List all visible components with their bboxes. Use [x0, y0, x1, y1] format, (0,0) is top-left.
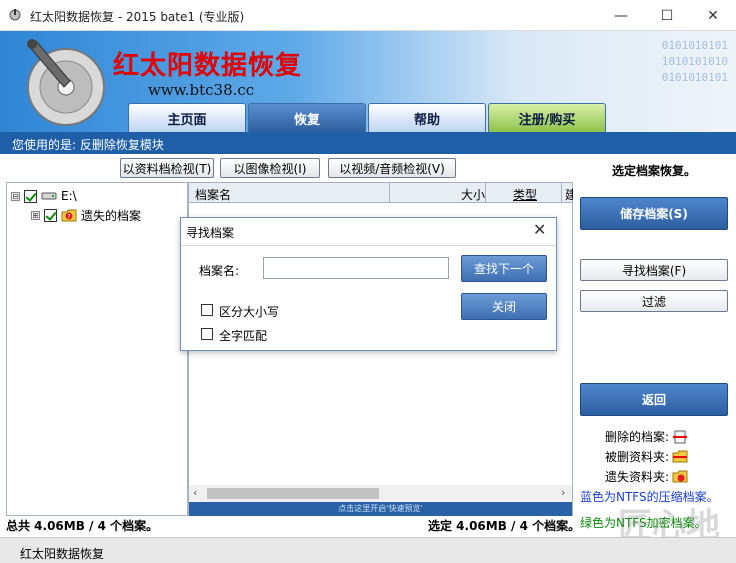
right-panel-heading: 选定档案恢复。: [611, 164, 696, 178]
match-case-label: 区分大小写: [219, 305, 280, 319]
binary-decoration: 0101010101: [661, 71, 728, 84]
lost-files-checkbox[interactable]: [44, 209, 57, 222]
lost-folder-icon: ?: [61, 209, 77, 222]
selected-summary: 选定 4.06MB / 4 个档案。: [428, 519, 581, 533]
quick-preview-bar[interactable]: 点击这里开启'快速预览': [189, 502, 572, 516]
back-button[interactable]: 返回: [580, 383, 728, 416]
file-name-input[interactable]: [263, 257, 449, 279]
save-files-button[interactable]: 储存档案(S): [580, 197, 728, 230]
file-list-header: 档案名 大小 类型 建: [189, 183, 573, 203]
lost-files-label: 遗失的档案: [81, 209, 142, 223]
window-title: 红太阳数据恢复 - 2015 bate1 (专业版): [30, 10, 245, 24]
column-type[interactable]: 类型: [513, 186, 537, 203]
lost-folder-icon: [672, 470, 688, 482]
dialog-close-icon[interactable]: ✕: [533, 220, 546, 239]
folder-tree[interactable]: ⊟ E:\ ⊞ ? 遗失的档案: [6, 182, 188, 516]
scrollbar-thumb[interactable]: [207, 488, 379, 499]
maximize-button[interactable]: ☐: [644, 0, 690, 31]
svg-text:?: ?: [67, 214, 70, 221]
match-case-checkbox[interactable]: [201, 304, 213, 316]
tab-register[interactable]: 注册/购买: [488, 103, 606, 132]
expand-icon[interactable]: ⊞: [31, 211, 40, 220]
tree-item-drive[interactable]: ⊟ E:\: [11, 189, 77, 203]
legend-deleted-folder: 被删资料夹:: [564, 448, 688, 465]
view-as-document-button[interactable]: 以资料档检视(T): [120, 158, 214, 178]
binary-decoration: 0101010101: [661, 39, 728, 52]
filter-button[interactable]: 过滤: [580, 290, 728, 312]
close-button[interactable]: ✕: [690, 0, 736, 31]
whole-word-checkbox[interactable]: [201, 328, 213, 340]
tab-help[interactable]: 帮助: [368, 103, 486, 132]
legend-deleted-file: 删除的档案:: [564, 428, 688, 445]
tab-recover[interactable]: 恢复: [248, 103, 366, 132]
column-name[interactable]: 档案名: [195, 186, 231, 203]
find-file-dialog: 寻找档案 ✕ 档案名: 查找下一个 关闭 区分大小写 全字匹配: [180, 217, 557, 351]
find-next-button[interactable]: 查找下一个: [461, 255, 547, 282]
module-info: 您使用的是: 反删除恢复模块: [0, 132, 736, 154]
scroll-left-icon[interactable]: ‹: [193, 486, 197, 499]
site-url: www.btc38.cc: [148, 81, 255, 99]
horizontal-scrollbar[interactable]: ‹ ›: [189, 485, 572, 502]
scroll-right-icon[interactable]: ›: [561, 486, 565, 499]
brand-title: 红太阳数据恢复: [113, 51, 303, 81]
binary-decoration: 1010101010: [661, 55, 728, 68]
deleted-file-icon: [673, 430, 687, 443]
collapse-icon[interactable]: ⊟: [11, 191, 20, 201]
drive-checkbox[interactable]: [24, 189, 37, 203]
tree-item-lost-files[interactable]: ⊞ ? 遗失的档案: [31, 207, 141, 224]
tab-home[interactable]: 主页面: [128, 103, 246, 132]
whole-word-label: 全字匹配: [219, 329, 268, 343]
drive-icon: [41, 192, 57, 200]
file-name-label: 档案名:: [199, 264, 240, 278]
dialog-close-button[interactable]: 关闭: [461, 293, 547, 320]
title-bar: 红太阳数据恢复 - 2015 bate1 (专业版) — ☐ ✕: [0, 0, 736, 31]
status-bar: 红太阳数据恢复: [0, 537, 736, 563]
hard-disk-icon: [27, 39, 105, 126]
find-files-button[interactable]: 寻找档案(F): [580, 259, 728, 281]
view-as-media-button[interactable]: 以视频/音频检视(V): [328, 158, 456, 178]
view-as-image-button[interactable]: 以图像检视(I): [220, 158, 320, 178]
legend-lost-folder: 遗失资料夹:: [564, 468, 688, 485]
banner: 红太阳数据恢复 www.btc38.cc 0101010101 10101010…: [0, 31, 736, 132]
drive-label: E:\: [61, 189, 77, 203]
app-icon: [9, 9, 21, 21]
total-summary: 总共 4.06MB / 4 个档案。: [6, 519, 159, 533]
minimize-button[interactable]: —: [598, 0, 644, 31]
column-created[interactable]: 建: [565, 186, 573, 203]
column-size[interactable]: 大小: [461, 186, 485, 203]
dialog-title: 寻找档案: [186, 226, 235, 240]
deleted-folder-icon: [672, 450, 688, 462]
